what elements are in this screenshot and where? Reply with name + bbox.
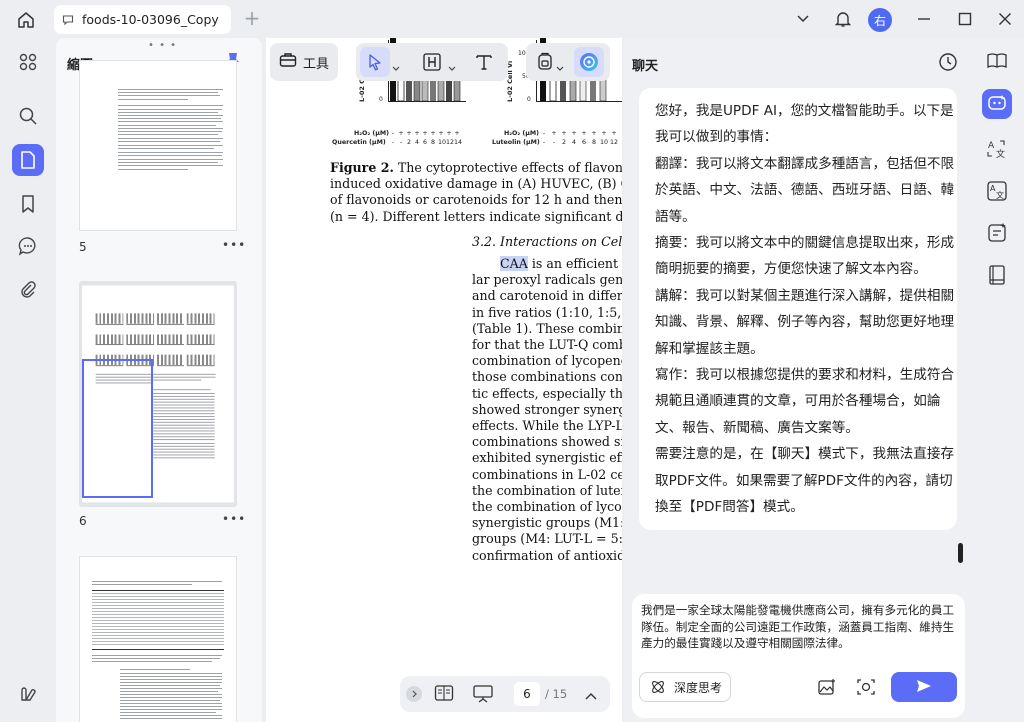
paperclip-icon[interactable] <box>12 274 44 306</box>
send-button[interactable] <box>891 672 957 702</box>
chat-title: 聊天 <box>632 59 659 74</box>
avatar[interactable]: 右 <box>868 8 892 32</box>
search-icon[interactable] <box>12 100 44 132</box>
chat-message: 需要注意的是，在【聊天】模式下，我無法直接存取PDF文件。如果需要了解PDF文件… <box>655 446 955 516</box>
page-number-input[interactable]: 6 <box>514 682 540 706</box>
translate-icon[interactable]: A文 <box>982 134 1012 164</box>
chevron-down-icon[interactable] <box>448 57 456 76</box>
chart-row-label: Luteolin (μM) <box>492 139 540 146</box>
thumbnail-page-7[interactable] <box>79 556 237 722</box>
svg-text:A: A <box>988 141 995 151</box>
ai-assistant-icon[interactable] <box>574 47 604 77</box>
document-viewer[interactable]: L-02 Cell Vi 100 50 0 f e d c b b b b H₂… <box>266 38 622 722</box>
presentation-icon[interactable] <box>472 684 494 708</box>
maximize-icon[interactable] <box>955 7 975 31</box>
text-tool-icon[interactable] <box>474 52 494 76</box>
ai-chat-icon[interactable] <box>982 89 1012 119</box>
body-text: CAA is an efficient m lar peroxyl radica… <box>472 256 622 563</box>
chevron-down-icon[interactable] <box>793 7 813 31</box>
chat-message: 摘要：我可以將文本中的關鍵信息提取出來，形成簡明扼要的摘要，方便您快速了解文本內… <box>655 235 955 278</box>
left-tool-rail <box>0 38 56 722</box>
chat-message: 寫作：我可以根據您提供的要求和材料，生成符合規範且通順連貫的文章，可用於各種場合… <box>655 367 955 436</box>
scrollbar-thumb[interactable] <box>958 543 963 563</box>
figure-caption: Figure 2. The cytoprotective effects of … <box>330 160 622 224</box>
section-heading: 3.2. Interactions on Cellular <box>472 234 622 249</box>
layers-icon[interactable] <box>12 678 44 710</box>
chevron-down-icon[interactable] <box>556 57 564 76</box>
chart-row-label: H₂O₂ (μM) <box>504 130 539 137</box>
collapse-icon[interactable] <box>406 686 422 702</box>
thumbnail-page-6-selected[interactable] <box>79 281 237 507</box>
viewport-indicator[interactable] <box>82 359 153 498</box>
screenshot-icon[interactable] <box>856 678 876 700</box>
thumbnail-page-number: 5 <box>79 240 87 254</box>
chart-tick: 0 <box>379 96 383 103</box>
image-upload-icon[interactable] <box>817 678 837 700</box>
chat-message: 講解：我可以對某個主題進行深入講解，提供相關知識、背景、解釋、例子等內容，幫助您… <box>655 287 955 357</box>
home-icon[interactable] <box>14 8 38 32</box>
thumbnail-page-5[interactable] <box>79 60 237 231</box>
bell-icon[interactable] <box>833 7 853 31</box>
chevron-down-icon[interactable] <box>392 57 400 76</box>
edit-toolbar: 工具 <box>266 38 622 88</box>
history-clock-icon[interactable] <box>938 52 958 76</box>
tools-button[interactable]: 工具 <box>270 43 338 81</box>
total-pages: / 15 <box>545 687 568 701</box>
add-tab-button[interactable]: + <box>243 8 261 28</box>
chart-row-values: - + + + + + + + <box>542 130 617 137</box>
ai-chat-panel: 聊天 您好，我是UPDF AI，您的文檔智能助手。以下是我可以做到的事情： 翻譯… <box>624 38 970 722</box>
explain-icon[interactable] <box>982 218 1012 248</box>
atom-icon <box>650 679 666 695</box>
thumbnail-page-number: 6 <box>79 514 87 528</box>
bookmark-icon[interactable] <box>12 188 44 220</box>
send-icon <box>916 678 932 697</box>
thumbnail-panel: • • • 縮圖 5 ••• <box>56 38 262 722</box>
tool-group-right <box>526 43 610 81</box>
tools-label: 工具 <box>302 56 329 72</box>
document-tab[interactable]: foods-10-03096_Copy <box>54 5 231 34</box>
deep-think-label: 深度思考 <box>674 680 723 695</box>
summarize-icon[interactable]: A文 <box>982 176 1012 206</box>
select-cursor-icon[interactable] <box>360 47 390 77</box>
reading-mode-icon[interactable] <box>434 684 454 706</box>
grid-icon[interactable] <box>12 46 44 78</box>
highlighted-text[interactable]: CAA <box>500 256 528 271</box>
minimize-icon[interactable] <box>914 7 934 31</box>
chat-message: 您好，我是UPDF AI，您的文檔智能助手。以下是我可以做到的事情： <box>655 103 954 146</box>
chart-row-label: H₂O₂ (μM) <box>354 130 389 137</box>
toolbox-icon <box>279 52 297 72</box>
highlight-tool-icon[interactable] <box>422 52 442 76</box>
chart-row-label: Quercetin (μM) <box>332 139 386 146</box>
chat-input-box[interactable]: 我們是一家全球太陽能發電機供應商公司，擁有多元化的員工隊伍。制定全面的公司遠距工… <box>632 594 965 718</box>
chart-row-values: - -2 4 6 8 10 12 <box>542 139 619 146</box>
page-navigation-bar: 6 / 15 <box>400 676 610 712</box>
deep-think-button[interactable]: 深度思考 <box>639 672 731 702</box>
chart-row-values: - + + + + + + + + <box>391 130 460 137</box>
tab-title: foods-10-03096_Copy <box>82 12 219 27</box>
chat-bubble-icon <box>62 13 76 27</box>
svg-text:文: 文 <box>996 190 1004 200</box>
comment-icon[interactable] <box>12 230 44 262</box>
right-tool-rail: A文 A文 <box>970 38 1024 722</box>
tool-group <box>356 43 508 81</box>
book-icon[interactable] <box>982 260 1012 290</box>
chat-input[interactable]: 我們是一家全球太陽能發電機供應商公司，擁有多元化的員工隊伍。制定全面的公司遠距工… <box>641 602 959 652</box>
ai-message-bubble: 您好，我是UPDF AI，您的文檔智能助手。以下是我可以做到的事情： 翻譯：我可… <box>639 88 957 530</box>
thumbnail-more-button[interactable]: ••• <box>222 512 246 526</box>
thumbnail-more-button[interactable]: ••• <box>222 238 246 252</box>
panel-drag-handle[interactable]: • • • <box>148 40 177 51</box>
chart-tick: 0 <box>527 96 531 103</box>
chart-row-values: - -2 4 6 8 10 12 14 <box>391 139 463 146</box>
svg-text:文: 文 <box>996 148 1005 160</box>
chevron-up-icon[interactable] <box>584 686 598 705</box>
pages-icon[interactable] <box>12 144 44 176</box>
book-open-icon[interactable] <box>982 46 1012 76</box>
title-bar: foods-10-03096_Copy + 右 <box>0 0 1024 38</box>
chat-message: 翻譯：我可以將文本翻譯成多種語言，包括但不限於英語、中文、法語、德語、西班牙語、… <box>655 155 955 225</box>
close-icon[interactable] <box>995 7 1015 31</box>
stamp-icon[interactable] <box>536 52 554 76</box>
